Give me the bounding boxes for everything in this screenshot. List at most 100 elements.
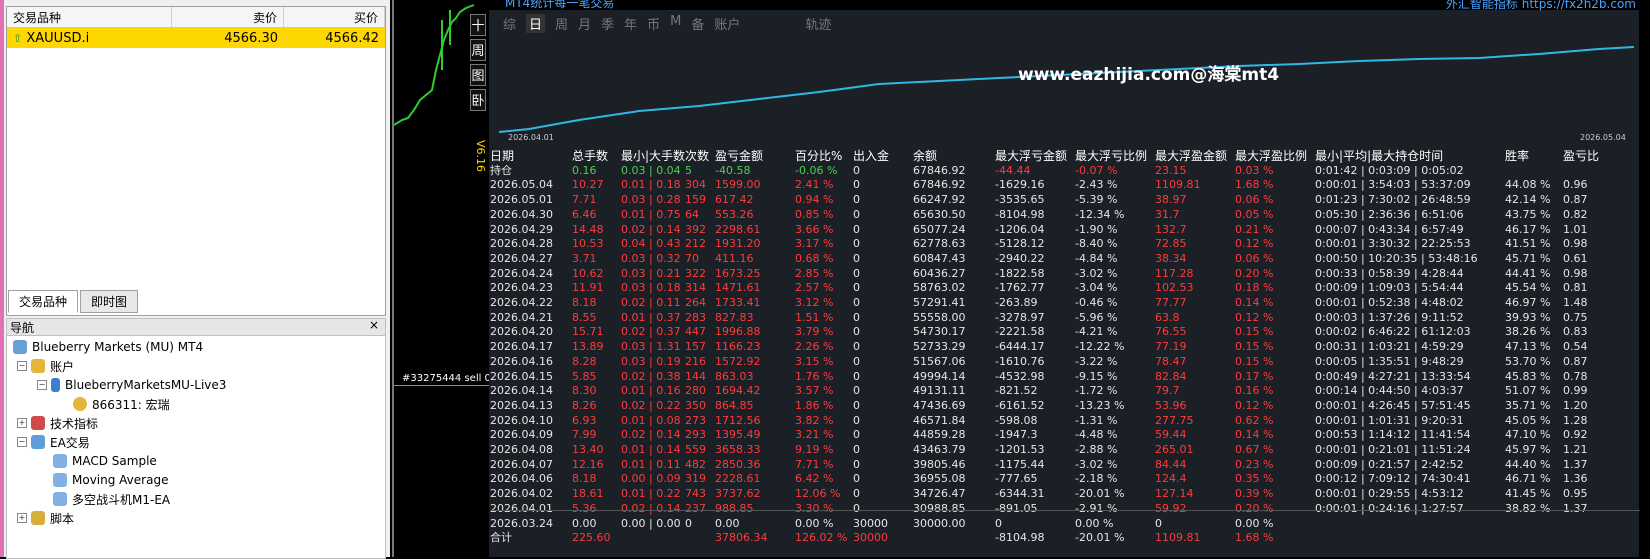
sleep-button[interactable]: 卧 <box>470 89 486 111</box>
nav-item-indicators[interactable]: + 技术指标 <box>17 414 98 432</box>
stats-cell-maxprofitpct: 0.14 % <box>1235 296 1274 310</box>
stats-cell-ratio: 0.61 <box>1563 251 1588 265</box>
period-tabs: 综 日 周 月 季 年 币 M 备 账户 轨迹 <box>503 14 841 33</box>
stats-header-cell[interactable]: 次数 <box>685 149 715 164</box>
stats-cell-winrate: 47.13 % <box>1505 340 1551 354</box>
stats-row: 2026.04.10 6.93 0.01 | 0.08 273 1712.56 3.82 … <box>490 414 1613 429</box>
stats-cell-pnl: 411.16 <box>715 251 754 265</box>
nav-item-expert-advisors[interactable]: − EA交易 <box>17 433 90 451</box>
stats-header-cell[interactable]: 盈亏比 <box>1563 149 1613 164</box>
nav-item-ea-macd[interactable]: MACD Sample <box>53 452 157 470</box>
stats-row: 2026.04.02 18.61 0.01 | 0.22 743 3737.62 12.0… <box>490 487 1613 502</box>
stats-header-cell[interactable]: 盈亏金额 <box>715 149 795 164</box>
tab-magic[interactable]: M <box>670 14 681 33</box>
stats-cell-pct: 7.71 % <box>795 457 834 471</box>
stats-cell-maxprofitpct: 0.14 % <box>1235 428 1274 442</box>
stats-cell-date: 2026.04.02 <box>490 487 553 501</box>
axis-end-date: 2026.05.04 <box>1580 133 1626 142</box>
window-edge <box>0 0 4 557</box>
stats-cell-maxlosspct: -9.15 % <box>1075 369 1118 383</box>
panel-title: MT4统计每一笔交易 <box>505 0 615 10</box>
crosshair-button[interactable]: 十 <box>470 14 486 36</box>
stats-header-cell[interactable]: 百分比% <box>795 149 853 164</box>
collapse-icon[interactable]: − <box>17 437 27 447</box>
stats-cell-cash: 0 <box>853 251 861 265</box>
tab-note[interactable]: 备 <box>691 14 704 33</box>
nav-label: 多空战斗机M1-EA <box>72 492 171 507</box>
stats-cell-minmax: 0.00 | 0.00 <box>621 516 681 530</box>
stats-cell-maxlosspct: -3.04 % <box>1075 281 1118 295</box>
stats-cell-maxprofit: 31.7 <box>1155 207 1180 221</box>
stats-cell-maxprofitpct: 1.68 % <box>1235 178 1274 192</box>
stats-cell-pct: 3.66 % <box>795 222 834 236</box>
nav-item-ea-ma[interactable]: Moving Average <box>53 471 168 489</box>
stats-cell-times: 0:00:09 | 0:21:57 | 2:42:52 <box>1315 457 1464 471</box>
stats-header-cell[interactable]: 最小|大手数 <box>621 149 685 164</box>
stats-cell-maxprofit: 77.19 <box>1155 340 1187 354</box>
col-symbol[interactable]: 交易品种 <box>7 7 172 27</box>
tab-quarter[interactable]: 季 <box>601 14 614 33</box>
stats-row: 持仓 0.16 0.03 | 0.04 5 -40.58 -0.06 % 0 67846.92… <box>490 164 1613 179</box>
stats-header-cell[interactable]: 余额 <box>913 149 995 164</box>
stats-cell-pnl: 1712.56 <box>715 413 761 427</box>
collapse-icon[interactable]: − <box>17 361 27 371</box>
nav-item-account[interactable]: 866311: 宏瑞 <box>73 395 170 413</box>
week-button[interactable]: 周 <box>470 39 486 61</box>
col-bid[interactable]: 卖价 <box>172 7 284 27</box>
stats-header-cell[interactable]: 日期 <box>490 149 572 164</box>
stats-header-cell[interactable]: 胜率 <box>1505 149 1563 164</box>
col-ask[interactable]: 买价 <box>284 7 385 27</box>
expand-icon[interactable]: + <box>17 513 27 523</box>
tab-currency[interactable]: 币 <box>647 14 660 33</box>
stats-header-cell[interactable]: 出入金 <box>853 149 913 164</box>
symbol-row[interactable]: ⇧ XAUUSD.i 4566.30 4566.42 <box>7 28 385 48</box>
stats-cell-maxlosspct: -3.02 % <box>1075 457 1118 471</box>
stats-cell-cash: 0 <box>853 384 861 398</box>
tab-day[interactable]: 日 <box>526 14 546 33</box>
tab-year[interactable]: 年 <box>624 14 637 33</box>
stats-header-cell[interactable]: 最大浮亏金额 <box>995 149 1075 164</box>
stats-cell-maxprofit: 53.96 <box>1155 398 1187 412</box>
stats-cell-times: 0:00:02 | 6:46:22 | 61:12:03 <box>1315 325 1471 339</box>
stats-cell-ratio: 0.82 <box>1563 207 1588 221</box>
stats-cell-minmax: 0.03 | 0.19 <box>621 354 681 368</box>
nav-item-server[interactable]: − BlueberryMarketsMU-Live3 <box>37 376 226 394</box>
nav-item-scripts[interactable]: + 脚本 <box>17 509 74 527</box>
tab-trace[interactable]: 轨迹 <box>805 14 831 33</box>
nav-item-accounts[interactable]: − 账户 <box>17 357 74 375</box>
stats-cell-lots: 5.85 <box>572 369 597 383</box>
vendor-link[interactable]: 外汇智能指标 https://fx2h2b.com <box>1446 0 1636 12</box>
nav-label: EA交易 <box>50 435 90 450</box>
stats-cell-lots: 8.28 <box>572 354 597 368</box>
stats-cell-balance: 60436.27 <box>913 266 966 280</box>
stats-header-cell[interactable]: 最大浮盈金额 <box>1155 149 1235 164</box>
stats-cell-pnl: 1931.20 <box>715 237 761 251</box>
close-icon[interactable]: × <box>369 318 379 332</box>
stats-cell-ratio: 0.81 <box>1563 281 1588 295</box>
stats-header-cell[interactable]: 总手数 <box>572 149 621 164</box>
stats-header-cell[interactable]: 最小|平均|最大持仓时间 <box>1315 149 1505 164</box>
stats-cell-pct: 3.82 % <box>795 413 834 427</box>
chart-button[interactable]: 图 <box>470 64 486 86</box>
stats-header-cell[interactable]: 最大浮盈比例 <box>1235 149 1315 164</box>
stats-header-cell[interactable]: 最大浮亏比例 <box>1075 149 1155 164</box>
stats-cell-maxloss: -1822.58 <box>995 266 1045 280</box>
tab-summary[interactable]: 综 <box>503 14 516 33</box>
stats-cell-maxloss: -44.44 <box>995 163 1031 177</box>
stats-cell-maxloss: -5128.12 <box>995 237 1045 251</box>
tab-account[interactable]: 账户 <box>714 14 740 33</box>
tab-tick-chart[interactable]: 即时图 <box>80 290 139 313</box>
stats-cell-date: 2026.04.08 <box>490 443 553 457</box>
tab-week[interactable]: 周 <box>555 14 568 33</box>
nav-item-ea-fighter[interactable]: 多空战斗机M1-EA <box>53 490 170 508</box>
stats-cell-pct: 3.15 % <box>795 354 834 368</box>
tab-symbols[interactable]: 交易品种 <box>8 290 79 313</box>
nav-item-broker[interactable]: Blueberry Markets (MU) MT4 <box>13 338 203 356</box>
stats-cell-winrate: 46.71 % <box>1505 472 1551 486</box>
tab-month[interactable]: 月 <box>578 14 591 33</box>
stats-cell-pnl: 37806.34 <box>715 531 768 545</box>
stats-cell-balance: 44859.28 <box>913 428 966 442</box>
collapse-icon[interactable]: − <box>37 380 47 390</box>
stats-cell-winrate: 46.17 % <box>1505 222 1551 236</box>
expand-icon[interactable]: + <box>17 418 27 428</box>
